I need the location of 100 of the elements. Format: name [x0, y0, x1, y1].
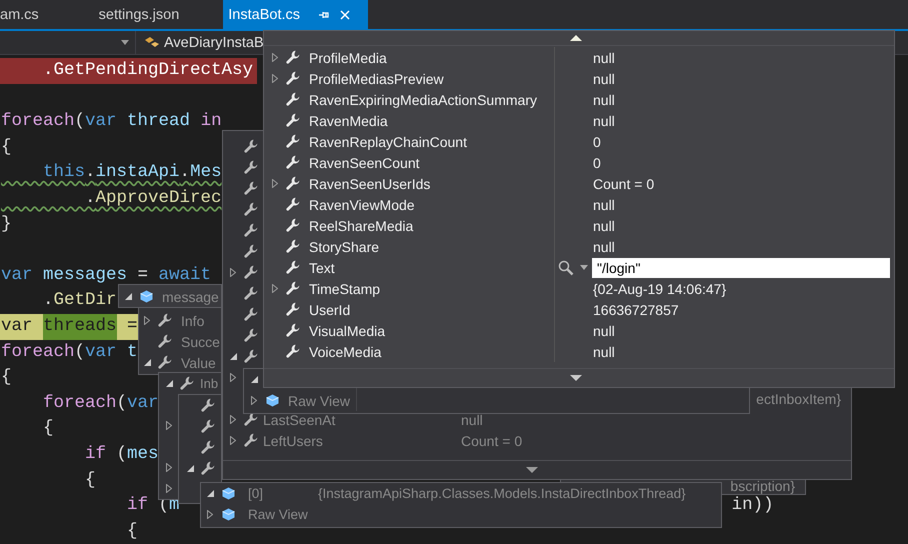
- property-value: ectInboxItem}: [756, 390, 841, 406]
- property-value: null: [593, 50, 615, 66]
- property-name: VisualMedia: [309, 322, 386, 338]
- code-line: {: [0, 136, 12, 159]
- property-value: null: [593, 238, 615, 254]
- code-line: .ApproveDirec: [84, 186, 222, 210]
- property-name: Info: [181, 312, 204, 328]
- value-field[interactable]: "/login": [592, 258, 890, 278]
- code-line: foreach(var thread in: [0, 110, 222, 134]
- cube-icon: [140, 290, 152, 303]
- wrench-icon: [286, 323, 300, 338]
- wrench-icon: [244, 328, 258, 343]
- property-name: Value: [181, 354, 216, 370]
- collapse-arrow-icon[interactable]: [230, 353, 236, 360]
- code-line: {: [84, 468, 96, 492]
- property-name: ProfileMedia: [309, 50, 387, 66]
- wrench-icon: [286, 260, 300, 275]
- code-line: if (mes: [84, 442, 159, 466]
- property-value: null: [593, 322, 615, 338]
- property-name: [0]: [248, 486, 264, 501]
- close-icon[interactable]: [340, 10, 350, 20]
- property-name: RavenSeenUserIds: [309, 176, 430, 192]
- file-tab[interactable]: InstaBot.cs: [223, 0, 368, 29]
- expand-arrow-icon[interactable]: [207, 510, 213, 519]
- property-value: null: [593, 92, 615, 108]
- expand-arrow-icon[interactable]: [230, 373, 236, 382]
- property-name: StoryShare: [309, 238, 380, 254]
- wrench-icon: [244, 160, 258, 175]
- member-dropdown[interactable]: AveDiaryInstaB: [136, 34, 264, 50]
- scroll-up-icon[interactable]: [570, 35, 582, 41]
- wrench-icon: [158, 355, 172, 370]
- code-fragment: in)): [732, 494, 774, 518]
- expand-arrow-icon[interactable]: [251, 396, 257, 405]
- expand-arrow-icon[interactable]: [230, 436, 236, 445]
- wrench-icon: [286, 155, 300, 170]
- wrench-icon: [158, 313, 172, 328]
- class-icon: [144, 36, 160, 50]
- property-name: RavenReplayChainCount: [309, 134, 467, 150]
- wrench-icon: [244, 202, 258, 217]
- cube-icon: [222, 508, 234, 521]
- wrench-icon: [244, 286, 258, 301]
- wrench-icon: [200, 398, 216, 413]
- wrench-icon: [286, 281, 300, 296]
- code-line: {: [126, 520, 138, 543]
- expand-arrow-icon[interactable]: [272, 284, 278, 293]
- file-tab[interactable]: settings.json: [68, 0, 210, 29]
- expand-arrow-icon[interactable]: [166, 463, 172, 472]
- collapse-arrow-icon[interactable]: [166, 380, 172, 387]
- wrench-icon: [244, 349, 258, 364]
- wrench-icon: [286, 239, 300, 254]
- pin-icon[interactable]: [318, 10, 330, 20]
- property-name: Succe: [181, 334, 220, 350]
- cube-icon: [266, 394, 278, 407]
- wrench-icon: [286, 71, 300, 86]
- collapse-arrow-icon[interactable]: [186, 465, 194, 472]
- property-name: RavenViewMode: [309, 196, 415, 212]
- wrench-icon: [244, 139, 258, 154]
- cube-icon: [222, 487, 234, 500]
- expand-arrow-icon[interactable]: [144, 316, 150, 325]
- property-value: {InstagramApiSharp.Classes.Models.InstaDirectInboxThread}: [318, 486, 686, 501]
- property-name: message: [162, 288, 219, 304]
- wrench-icon: [180, 376, 194, 391]
- expand-arrow-icon[interactable]: [166, 421, 172, 430]
- expand-arrow-icon[interactable]: [272, 53, 278, 62]
- property-value: Count = 0: [593, 176, 654, 192]
- caret-icon[interactable]: [580, 265, 588, 270]
- caret-icon[interactable]: [121, 40, 129, 45]
- property-value: null: [593, 344, 615, 360]
- scroll-down-icon[interactable]: [526, 467, 538, 473]
- property-value: null: [461, 412, 483, 428]
- expand-arrow-icon[interactable]: [166, 484, 172, 493]
- collapse-arrow-icon[interactable]: [144, 359, 150, 366]
- scroll-down-icon[interactable]: [570, 375, 582, 381]
- collapse-arrow-icon[interactable]: [124, 293, 132, 300]
- code-line: foreach(var: [42, 392, 159, 415]
- wrench-icon: [244, 181, 258, 196]
- wrench-icon: [200, 419, 216, 434]
- property-name: LeftUsers: [263, 432, 323, 448]
- search-icon[interactable]: [558, 260, 574, 276]
- file-tab[interactable]: am.cs: [0, 0, 69, 29]
- expand-arrow-icon[interactable]: [230, 415, 236, 424]
- property-name: Inb: [200, 376, 218, 391]
- wrench-icon: [286, 176, 300, 191]
- property-value: bscription}: [730, 478, 795, 494]
- property-value: {02-Aug-19 14:06:47}: [593, 280, 726, 296]
- wrench-icon: [286, 92, 300, 107]
- code-line: .GetDir: [42, 289, 117, 312]
- collapse-arrow-icon[interactable]: [250, 376, 258, 383]
- expand-arrow-icon[interactable]: [230, 268, 236, 277]
- expand-arrow-icon[interactable]: [272, 179, 278, 188]
- property-name: ProfileMediasPreview: [309, 70, 444, 86]
- wrench-icon: [244, 433, 258, 448]
- wrench-icon: [244, 223, 258, 238]
- expand-arrow-icon[interactable]: [272, 74, 278, 83]
- wrench-icon: [244, 307, 258, 322]
- property-name: ReelShareMedia: [309, 218, 414, 234]
- collapse-arrow-icon[interactable]: [206, 490, 214, 497]
- wrench-icon: [286, 134, 300, 149]
- wrench-icon: [200, 461, 216, 476]
- code-line: foreach(var t: [0, 340, 138, 364]
